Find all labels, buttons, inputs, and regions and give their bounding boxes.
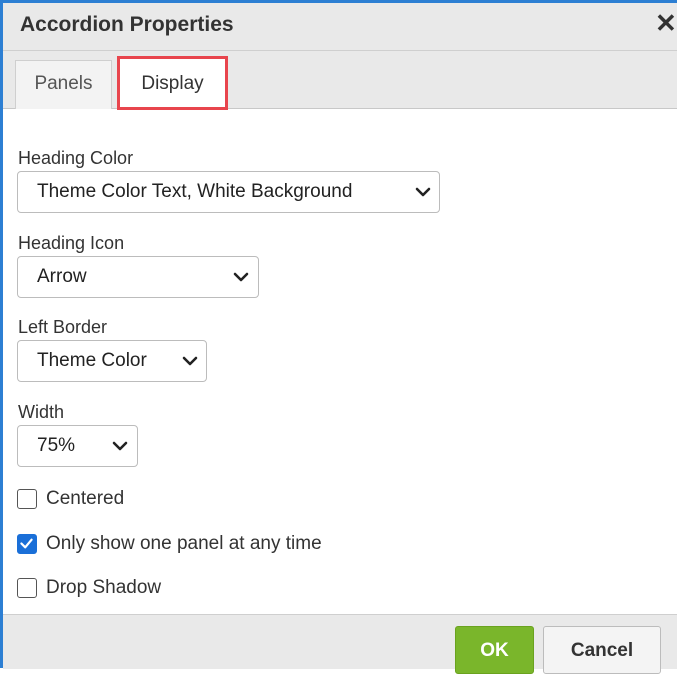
- cancel-button[interactable]: Cancel: [543, 626, 661, 674]
- left-border-label: Left Border: [18, 317, 108, 337]
- left-border-select[interactable]: Theme Color: [17, 340, 207, 382]
- width-value: 75%: [37, 435, 76, 456]
- tab-bar: Panels Display: [3, 51, 677, 110]
- centered-checkbox[interactable]: [17, 489, 37, 509]
- tab-panels[interactable]: Panels: [15, 60, 112, 109]
- ok-button[interactable]: OK: [455, 626, 534, 674]
- dialog-footer: OK Cancel: [3, 614, 677, 674]
- heading-color-label: Heading Color: [18, 148, 134, 168]
- chevron-down-icon: [182, 356, 198, 366]
- drop-shadow-label: Drop Shadow: [46, 577, 162, 598]
- heading-color-value: Theme Color Text, White Background: [37, 181, 353, 202]
- chevron-down-icon: [415, 187, 431, 197]
- one-panel-checkbox[interactable]: [17, 534, 37, 554]
- centered-label: Centered: [46, 488, 125, 509]
- heading-icon-label: Heading Icon: [18, 233, 125, 253]
- heading-color-select[interactable]: Theme Color Text, White Background: [17, 171, 440, 213]
- heading-icon-select[interactable]: Arrow: [17, 256, 259, 298]
- tab-display[interactable]: Display: [117, 56, 228, 110]
- dialog-title: Accordion Properties: [20, 13, 234, 36]
- chevron-down-icon: [112, 441, 128, 451]
- width-select[interactable]: 75%: [17, 425, 138, 467]
- close-icon[interactable]: ✕: [655, 10, 677, 36]
- drop-shadow-checkbox[interactable]: [17, 578, 37, 598]
- chevron-down-icon: [233, 272, 249, 282]
- checkmark-icon: [20, 538, 33, 549]
- heading-icon-value: Arrow: [37, 266, 87, 287]
- dialog-titlebar: Accordion Properties ✕: [3, 3, 677, 51]
- one-panel-label: Only show one panel at any time: [46, 533, 322, 554]
- width-label: Width: [18, 402, 65, 422]
- left-border-value: Theme Color: [37, 350, 147, 371]
